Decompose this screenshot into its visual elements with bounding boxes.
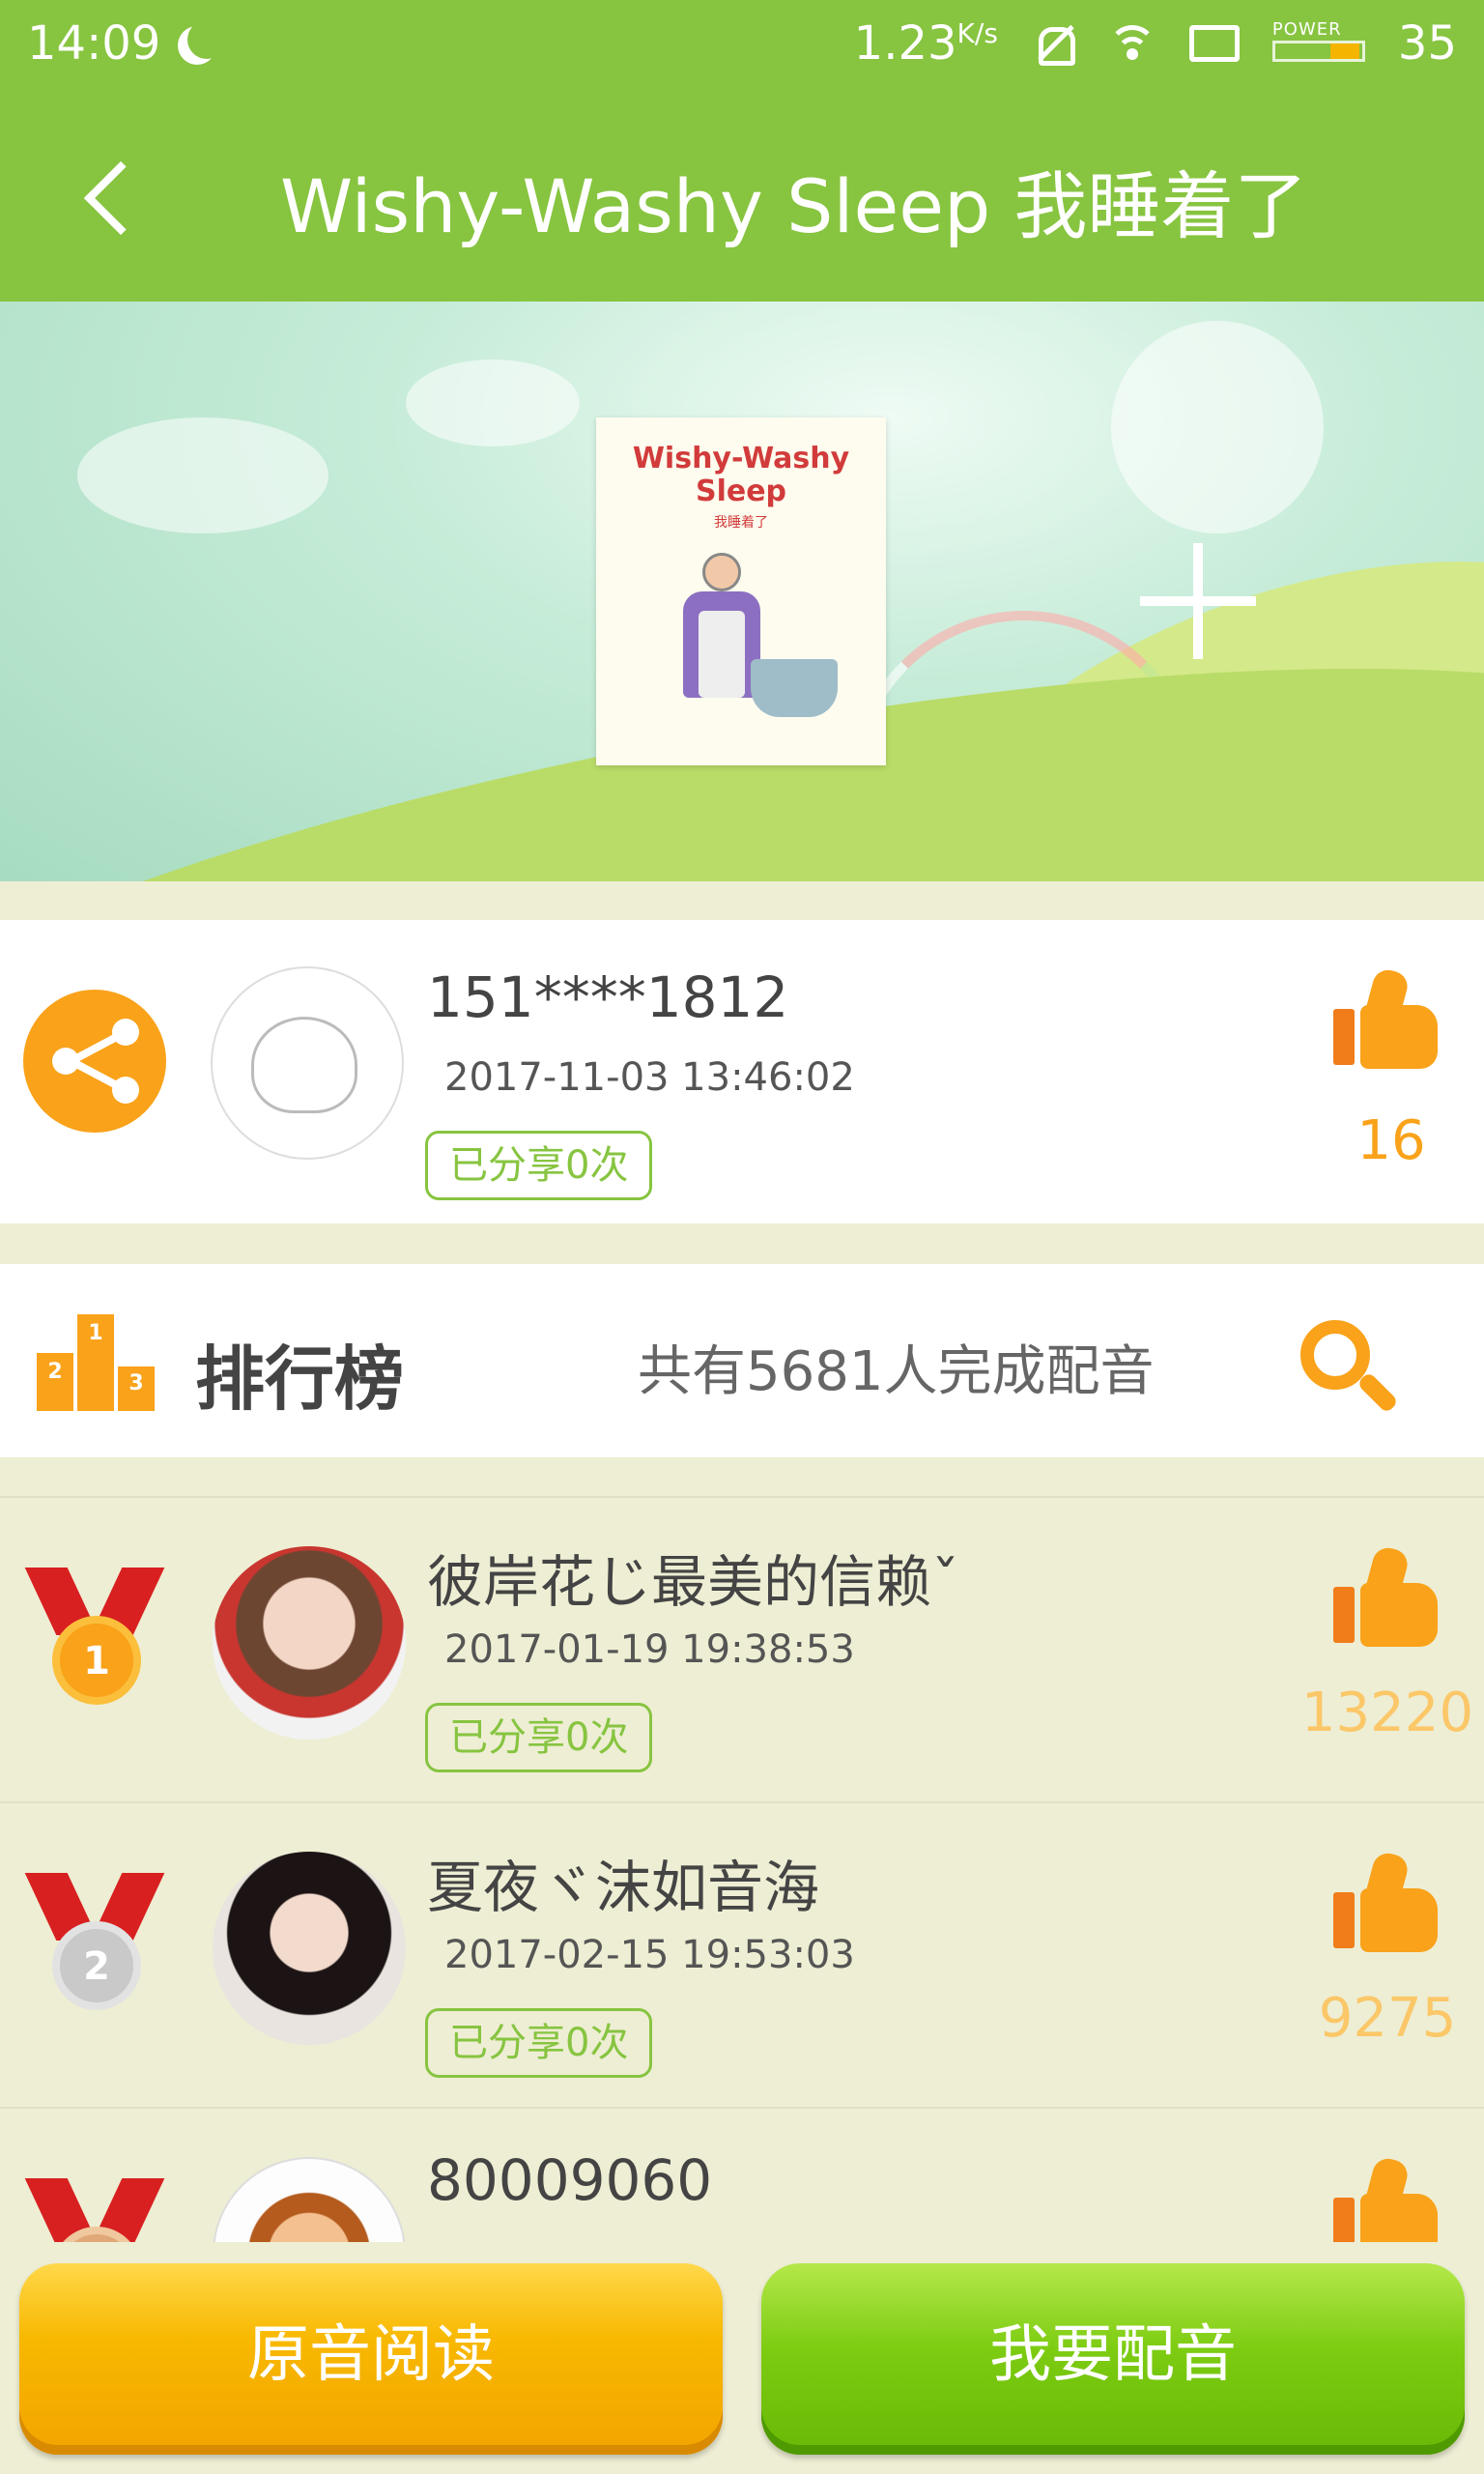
book-cover[interactable]: Wishy-Washy Sleep 我睡着了 <box>596 417 886 765</box>
avatar[interactable] <box>213 2157 406 2242</box>
entry-like-count: 13220 <box>1300 1682 1474 1744</box>
start-dubbing-button[interactable]: 我要配音 <box>761 2263 1465 2455</box>
list-item[interactable]: 2 夏夜ヾ沫如音海 2017-02-15 19:53:03 已分享0次 9275 <box>0 1801 1484 2107</box>
battery-level: 35 <box>1397 16 1457 71</box>
avatar[interactable] <box>213 1852 406 2045</box>
network-speed-unit: K/s <box>956 17 998 49</box>
gold-medal-icon: 1 <box>24 1568 165 1722</box>
thumbs-up-icon[interactable] <box>1333 2155 1440 2242</box>
podium-icon: 2 1 3 <box>37 1314 157 1411</box>
entry-username: 80009060 <box>427 2147 713 2213</box>
my-timestamp: 2017-11-03 13:46:02 <box>444 1055 855 1100</box>
silver-medal-icon: 2 <box>24 1873 165 2028</box>
share-icon[interactable] <box>23 990 166 1133</box>
status-time: 14:09 <box>27 16 161 71</box>
windmill-illustration <box>1140 543 1256 659</box>
my-username: 151****1812 <box>427 964 789 1030</box>
battery-label: POWER <box>1271 19 1342 40</box>
avatar[interactable] <box>211 966 404 1160</box>
avatar[interactable] <box>213 1546 406 1740</box>
moon-icon <box>187 20 226 59</box>
rotate-screen-icon <box>1188 25 1240 62</box>
thumbs-up-icon[interactable] <box>1333 966 1440 1075</box>
ranking-header: 2 1 3 排行榜 共有5681人完成配音 <box>0 1264 1484 1457</box>
battery-icon: POWER <box>1271 19 1365 62</box>
page-title: Wishy-Washy Sleep 我睡着了 <box>280 163 1308 249</box>
cover-subtitle: 我睡着了 <box>714 515 768 531</box>
network-speed: 1.23K/s <box>853 16 998 71</box>
ranking-title: 排行榜 <box>195 1338 405 1420</box>
search-icon[interactable] <box>1300 1320 1399 1417</box>
share-count-badge: 已分享0次 <box>425 2008 653 2078</box>
entry-username: 夏夜ヾ沫如音海 <box>427 1855 820 1920</box>
my-record-card: 151****1812 2017-11-03 13:46:02 已分享0次 16 <box>0 920 1484 1223</box>
ranking-list: 1 彼岸花じ最美的信赖ˇ 2017-01-19 19:38:53 已分享0次 1… <box>0 1496 1484 2242</box>
entry-timestamp: 2017-02-15 19:53:03 <box>444 1933 855 1977</box>
book-banner: Wishy-Washy Sleep 我睡着了 <box>0 302 1484 881</box>
app-header: Wishy-Washy Sleep 我睡着了 <box>0 87 1484 302</box>
share-count-badge: 已分享0次 <box>425 1703 653 1772</box>
entry-like-count: 9275 <box>1318 1987 1457 2050</box>
wifi-icon <box>1107 23 1156 64</box>
back-arrow-icon[interactable] <box>68 143 174 249</box>
dragon-icon <box>251 1017 357 1113</box>
thumbs-up-icon[interactable] <box>1333 1850 1440 1958</box>
ranking-total: 共有5681人完成配音 <box>638 1340 1155 1403</box>
my-like-count: 16 <box>1356 1109 1426 1172</box>
original-reading-button[interactable]: 原音阅读 <box>19 2263 723 2455</box>
list-item[interactable]: 1 彼岸花じ最美的信赖ˇ 2017-01-19 19:38:53 已分享0次 1… <box>0 1496 1484 1801</box>
thumbs-up-icon[interactable] <box>1333 1544 1440 1653</box>
share-count-badge: 已分享0次 <box>425 1131 653 1200</box>
entry-timestamp: 2017-01-19 19:38:53 <box>444 1627 855 1672</box>
rank-number: 1 <box>52 1616 141 1705</box>
list-item[interactable]: 3 80009060 <box>0 2107 1484 2242</box>
mute-bell-icon <box>1031 23 1075 66</box>
cover-title-line2: Sleep <box>695 475 787 508</box>
rank-number: 2 <box>52 1921 141 2010</box>
bronze-medal-icon: 3 <box>24 2178 165 2242</box>
status-bar: 14:09 1.23K/s POWER 35 <box>0 0 1484 87</box>
entry-username: 彼岸花じ最美的信赖ˇ <box>427 1549 960 1615</box>
cover-title-line1: Wishy-Washy <box>632 442 850 475</box>
cover-illustration <box>664 553 838 736</box>
